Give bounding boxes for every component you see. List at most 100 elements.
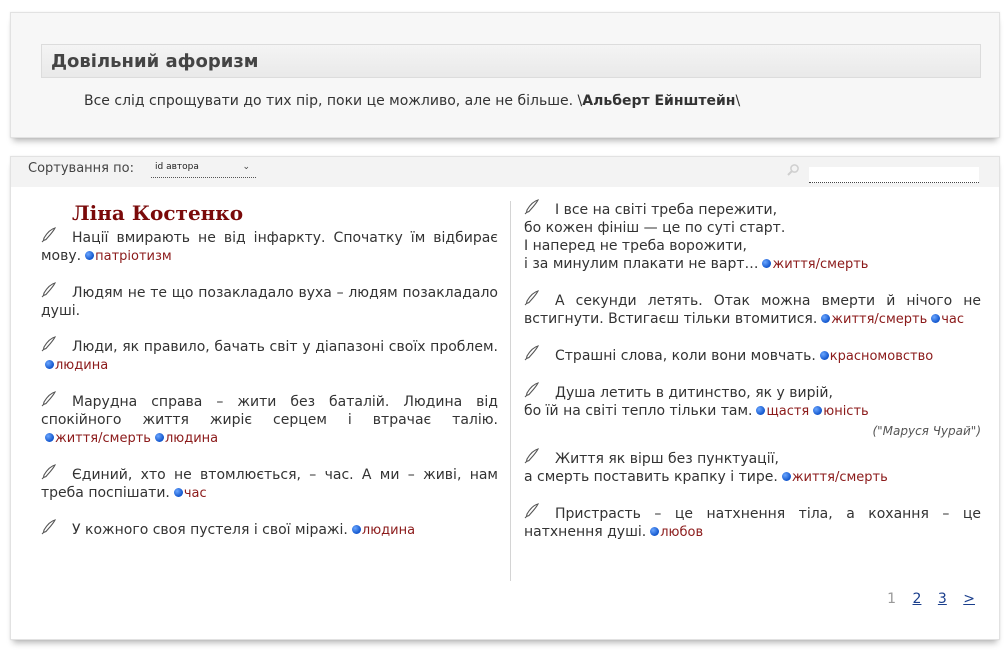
random-aphorism-panel: Довільний афоризм Все слід спрощувати до… xyxy=(10,12,1000,138)
pen-icon xyxy=(41,391,57,407)
dot-icon xyxy=(85,251,95,260)
sort-select[interactable]: id автора ⌄ xyxy=(151,162,256,178)
pen-icon xyxy=(524,448,540,464)
quote-tag[interactable]: людина xyxy=(45,357,108,375)
quote-tag[interactable]: життя/смерть xyxy=(762,256,868,274)
quote-list-right: І все на світі треба пережити, бо кожен … xyxy=(524,199,981,542)
sort-bar: Сортування по: id автора ⌄ xyxy=(11,157,999,187)
quote-tag[interactable]: життя/смерть xyxy=(821,311,927,329)
quote-tag[interactable]: патріотизм xyxy=(85,248,172,266)
search-input[interactable] xyxy=(809,167,979,183)
dot-icon xyxy=(154,433,164,442)
pen-icon xyxy=(41,227,57,243)
dot-icon xyxy=(756,406,766,415)
quote-item: І все на світі треба пережити, бо кожен … xyxy=(524,199,981,274)
dot-icon xyxy=(781,472,791,481)
quote-tag-label: життя/смерть xyxy=(831,312,928,327)
quote-tag[interactable]: життя/смерть xyxy=(45,430,151,448)
quote-item: Нації вмирають не від інфаркту. Спочатку… xyxy=(41,227,498,266)
page-2-link[interactable]: 2 xyxy=(913,591,922,607)
dot-icon xyxy=(813,406,823,415)
chevron-down-icon: ⌄ xyxy=(242,162,250,172)
dot-icon xyxy=(819,351,829,360)
quote-tag[interactable]: час xyxy=(173,485,207,503)
quote-item: У кожного своя пустеля і свої міражі. люд… xyxy=(41,519,498,540)
pen-icon xyxy=(41,464,57,480)
quote-tag-label: щастя xyxy=(766,404,810,419)
quote-item: Єдиний, хто не втомлюється, – час. А ми … xyxy=(41,464,498,503)
aphorism-suffix: \ xyxy=(735,93,741,109)
page-1: 1 xyxy=(887,591,897,607)
quote-tag-label: життя/смерть xyxy=(55,431,151,446)
quote-text: У кожного своя пустеля і свої міражі. xyxy=(72,522,348,538)
quote-tag-label: любов xyxy=(660,525,704,540)
quote-tag-label: красномовство xyxy=(829,349,934,364)
quote-text: Людям не те що позакладало вуха – людям … xyxy=(41,285,498,319)
quote-text: Люди, як правило, бачать світ у діапазон… xyxy=(72,339,498,355)
dot-icon xyxy=(45,360,54,369)
search-icon[interactable] xyxy=(786,163,800,177)
pagination: 1 2 3 > xyxy=(875,591,975,607)
column-divider xyxy=(510,201,511,581)
quote-text: Пристрасть – це натхнення тіла, а коханн… xyxy=(524,506,981,540)
dot-icon xyxy=(173,488,183,497)
quote-tag-label: людина xyxy=(164,431,219,446)
aphorism-author[interactable]: Альберт Ейнштейн xyxy=(582,93,735,109)
dot-icon xyxy=(45,433,54,442)
quotes-column-left: Ліна Костенко Нації вмирають не від інфа… xyxy=(41,201,498,558)
pen-icon xyxy=(524,345,540,361)
dot-icon xyxy=(931,314,941,323)
quote-item: Життя як вірш без пунктуації, а смерть п… xyxy=(524,448,981,487)
quote-text: Страшні слова, коли вони мовчать. xyxy=(555,348,816,364)
quote-tag-label: юність xyxy=(823,404,869,419)
quote-tag[interactable]: любов xyxy=(650,524,703,542)
quote-tag-label: людина xyxy=(361,523,416,538)
quote-tag-label: патріотизм xyxy=(95,249,172,264)
random-aphorism-heading: Довільний афоризм xyxy=(41,44,981,78)
pen-icon xyxy=(524,382,540,398)
sort-label: Сортування по: xyxy=(28,161,134,176)
quote-tag[interactable]: людина xyxy=(351,522,416,540)
quotes-panel: Сортування по: id автора ⌄ Ліна Костенко… xyxy=(10,156,1000,640)
quote-tag[interactable]: життя/смерть xyxy=(781,469,888,487)
dot-icon xyxy=(762,259,772,268)
quote-tag[interactable]: красномовство xyxy=(819,348,934,366)
quote-tag-label: час xyxy=(941,312,965,327)
quotes-content: Ліна Костенко Нації вмирають не від інфа… xyxy=(11,187,999,639)
quote-tag[interactable]: юність xyxy=(813,403,869,421)
quote-item: А секунди летять. Отак можна вмерти й ні… xyxy=(524,290,981,329)
quote-text: Марудна справа – жити без баталій. Людин… xyxy=(41,394,498,428)
pen-icon xyxy=(41,282,57,298)
quote-item: Душа летить в дитинство, як у вирій, бо … xyxy=(524,382,981,440)
quote-source: ("Маруся Чурай") xyxy=(872,424,981,438)
quote-tag-label: час xyxy=(183,486,207,501)
quote-item: Марудна справа – жити без баталій. Людин… xyxy=(41,391,498,448)
author-name[interactable]: Ліна Костенко xyxy=(72,201,498,225)
quote-tag-label: людина xyxy=(55,358,109,373)
pen-icon xyxy=(524,290,540,306)
pen-icon xyxy=(524,503,540,519)
quote-text: Єдиний, хто не втомлюється, – час. А ми … xyxy=(41,467,498,501)
quote-item: Людям не те що позакладало вуха – людям … xyxy=(41,282,498,320)
next-page-link[interactable]: > xyxy=(963,591,975,607)
pen-icon xyxy=(524,199,540,215)
pen-icon xyxy=(41,519,57,535)
quote-list-left: Нації вмирають не від інфаркту. Спочатку… xyxy=(41,227,498,540)
random-aphorism-text: Все слід спрощувати до тих пір, поки це … xyxy=(84,93,740,109)
quote-tag[interactable]: щастя xyxy=(756,403,809,421)
sort-select-value: id автора xyxy=(155,162,199,172)
quote-text: І все на світі треба пережити, бо кожен … xyxy=(524,202,786,272)
quote-item: Пристрасть – це натхнення тіла, а коханн… xyxy=(524,503,981,542)
quote-tag[interactable]: людина xyxy=(154,430,219,448)
aphorism-quote: Все слід спрощувати до тих пір, поки це … xyxy=(84,93,583,109)
quotes-column-right: І все на світі треба пережити, бо кожен … xyxy=(524,199,981,560)
quote-item: Страшні слова, коли вони мовчать. красном… xyxy=(524,345,981,366)
pen-icon xyxy=(41,336,57,352)
dot-icon xyxy=(351,525,361,534)
quote-tag[interactable]: час xyxy=(931,311,964,329)
dot-icon xyxy=(650,527,660,536)
quote-text: Життя як вірш без пунктуації, а смерть п… xyxy=(524,451,779,485)
quote-item: Люди, як правило, бачать світ у діапазон… xyxy=(41,336,498,375)
quote-tag-label: життя/смерть xyxy=(791,470,888,485)
page-3-link[interactable]: 3 xyxy=(938,591,947,607)
